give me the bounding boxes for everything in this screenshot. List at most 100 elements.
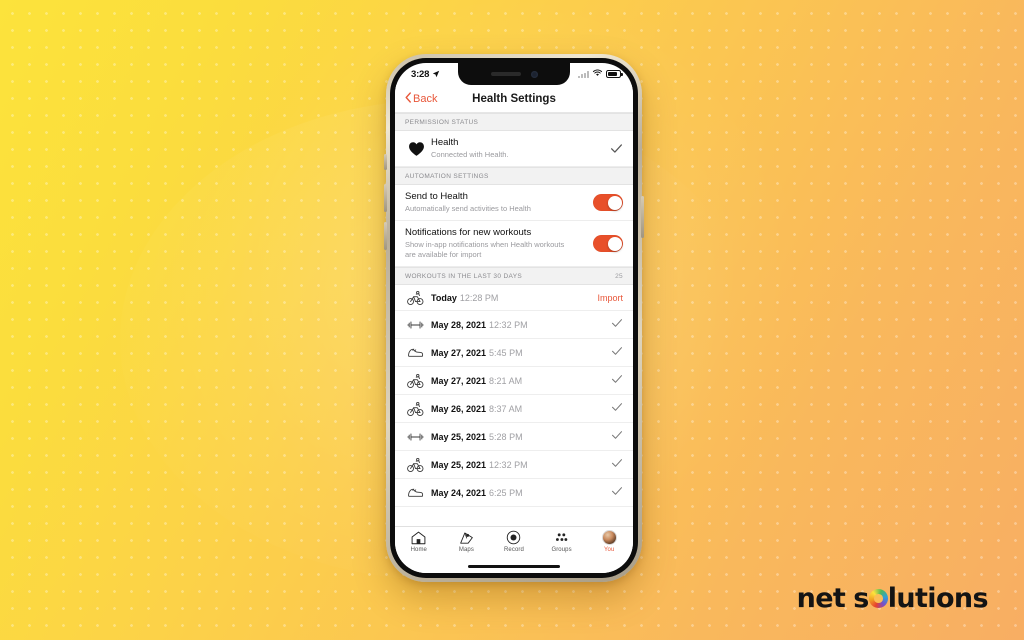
cycling-icon <box>405 401 425 417</box>
workout-row[interactable]: May 25, 2021 5:28 PM <box>395 423 633 452</box>
toggle-knob <box>607 236 622 251</box>
section-header-workouts: WORKOUTS IN THE LAST 30 DAYS 25 <box>395 267 633 286</box>
logo-word-solutions-suffix: lutions <box>887 583 989 614</box>
section-header-permission-status: PERMISSION STATUS <box>395 113 633 131</box>
tab-label: Groups <box>551 547 572 553</box>
workout-date: May 27, 2021 <box>431 347 487 358</box>
setting-row-notifications-new-workouts[interactable]: Notifications for new workouts Show in-a… <box>395 221 633 268</box>
cellular-signal-icon <box>578 71 589 78</box>
workout-row[interactable]: May 26, 2021 8:37 AM <box>395 395 633 424</box>
workout-row-text: May 24, 2021 6:25 PM <box>425 488 611 498</box>
shoe-icon <box>405 486 425 499</box>
workout-row[interactable]: May 27, 2021 5:45 PM <box>395 339 633 368</box>
tab-maps[interactable]: Maps <box>443 530 491 553</box>
workout-date: May 28, 2021 <box>431 319 487 330</box>
workout-time: 12:32 PM <box>489 459 528 470</box>
status-bar-left: 3:28 <box>411 69 440 80</box>
notifications-toggle[interactable] <box>593 235 623 253</box>
tab-groups[interactable]: Groups <box>538 530 586 553</box>
workout-row-action <box>611 456 623 474</box>
workout-row-text: May 28, 2021 12:32 PM <box>425 320 611 330</box>
workout-time: 5:45 PM <box>489 347 523 358</box>
workout-row-text: May 27, 2021 5:45 PM <box>425 348 611 358</box>
setting-row-text: Notifications for new workouts Show in-a… <box>405 227 580 260</box>
cycling-icon <box>405 373 425 389</box>
workout-time: 12:28 PM <box>459 292 499 303</box>
workout-date: May 27, 2021 <box>431 375 487 386</box>
permission-row-health[interactable]: Health Connected with Health. <box>395 131 633 167</box>
workout-date: May 24, 2021 <box>431 487 487 498</box>
iphone-device-frame: 3:28 Back Health Settings PERMISSION STA… <box>384 54 644 582</box>
location-arrow-icon <box>432 70 440 78</box>
check-icon <box>611 316 623 334</box>
workout-row[interactable]: May 27, 2021 8:21 AM <box>395 367 633 396</box>
record-icon <box>506 530 521 545</box>
workout-date: May 25, 2021 <box>431 431 487 442</box>
workout-row-action <box>611 316 623 334</box>
volume-up-button <box>384 184 387 212</box>
back-button[interactable]: Back <box>405 91 437 106</box>
permission-row-subtitle: Connected with Health. <box>431 149 509 159</box>
workout-row[interactable]: May 24, 2021 6:25 PM <box>395 479 633 508</box>
volume-down-button <box>384 222 387 250</box>
send-to-health-toggle[interactable] <box>593 194 623 211</box>
workout-time: 8:37 AM <box>489 403 523 414</box>
workout-date: May 25, 2021 <box>431 459 487 470</box>
workout-time: 12:32 PM <box>489 319 528 330</box>
setting-row-send-to-health[interactable]: Send to Health Automatically send activi… <box>395 185 633 221</box>
groups-icon <box>554 530 569 545</box>
heart-icon <box>405 141 427 157</box>
power-button <box>641 196 644 238</box>
tab-you[interactable]: You <box>585 530 633 553</box>
workout-row-text: May 26, 2021 8:37 AM <box>425 404 611 414</box>
check-icon <box>611 344 623 362</box>
setting-title: Send to Health <box>405 191 468 202</box>
check-icon <box>610 142 623 155</box>
workout-row-action <box>611 344 623 362</box>
workout-row-action <box>611 400 623 418</box>
tab-label: Record <box>504 547 524 553</box>
home-indicator-area <box>395 560 633 573</box>
tab-home[interactable]: Home <box>395 530 443 553</box>
front-camera-icon <box>530 70 538 78</box>
setting-subtitle: Show in-app notifications when Health wo… <box>405 239 565 259</box>
home-icon <box>411 530 426 545</box>
workouts-count: 25 <box>615 273 623 281</box>
check-icon <box>611 400 623 418</box>
tab-label: Home <box>410 547 427 553</box>
check-icon <box>611 372 623 390</box>
tab-record[interactable]: Record <box>490 530 538 553</box>
workout-list: Today 12:28 PM Import May 28, 2021 12:32 PM M… <box>395 285 633 508</box>
dumbbell-icon <box>405 431 425 443</box>
section-header-label: AUTOMATION SETTINGS <box>405 173 489 180</box>
workout-row[interactable]: May 25, 2021 12:32 PM <box>395 451 633 480</box>
import-button[interactable]: Import <box>597 293 623 303</box>
workout-row[interactable]: May 28, 2021 12:32 PM <box>395 311 633 340</box>
workout-row-action[interactable]: Import <box>597 293 623 303</box>
workout-date: May 26, 2021 <box>431 403 487 414</box>
workout-time: 6:25 PM <box>489 487 523 498</box>
phone-bezel: 3:28 Back Health Settings PERMISSION STA… <box>384 58 644 578</box>
workout-date: Today <box>431 292 457 303</box>
status-bar-right <box>578 69 623 80</box>
section-header-label: WORKOUTS IN THE LAST 30 DAYS <box>405 273 523 281</box>
map-icon <box>459 530 474 545</box>
setting-row-control <box>587 235 623 253</box>
battery-icon <box>606 70 623 78</box>
home-indicator[interactable] <box>468 564 560 569</box>
tab-bar: Home Maps Record Groups You <box>395 526 633 560</box>
section-header-label: PERMISSION STATUS <box>405 119 479 126</box>
earpiece-speaker <box>490 72 521 76</box>
navigation-bar: Back Health Settings <box>395 85 633 113</box>
check-icon <box>611 456 623 474</box>
tab-label: You <box>603 547 615 553</box>
section-header-automation-settings: AUTOMATION SETTINGS <box>395 167 633 185</box>
toggle-knob <box>607 195 622 210</box>
poster-canvas: 3:28 Back Health Settings PERMISSION STA… <box>0 0 1024 640</box>
setting-row-text: Send to Health Automatically send activi… <box>405 191 587 214</box>
workout-row-text: May 25, 2021 12:32 PM <box>425 460 611 470</box>
workout-time: 8:21 AM <box>489 375 523 386</box>
workout-row[interactable]: Today 12:28 PM Import <box>395 285 633 312</box>
mute-switch <box>384 154 387 170</box>
settings-scroll-area[interactable]: PERMISSION STATUS Health Connected with … <box>395 113 633 526</box>
